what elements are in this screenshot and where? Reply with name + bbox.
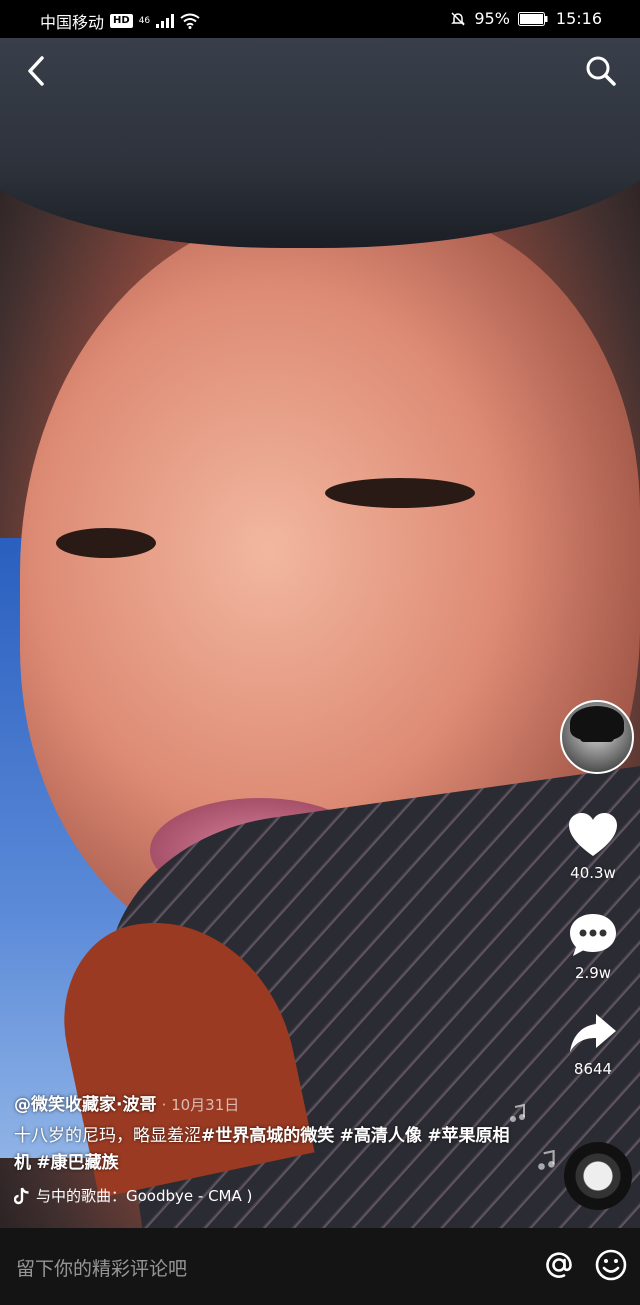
mute-bell-icon	[451, 11, 466, 26]
search-icon[interactable]	[584, 54, 618, 88]
wifi-icon	[180, 13, 200, 29]
comment-button[interactable]: 2.9w	[558, 912, 628, 982]
back-chevron-icon[interactable]	[22, 54, 52, 88]
author-name[interactable]: @微笑收藏家·波哥	[14, 1095, 156, 1115]
share-arrow-icon	[570, 1014, 616, 1052]
share-count: 8644	[573, 1060, 613, 1078]
network-type: 46	[138, 16, 151, 26]
carrier-label: 中国移动	[40, 13, 105, 32]
status-bar: 中国移动 HD 46 95% 15:16	[0, 0, 640, 38]
hashtag-4[interactable]: #康巴藏族	[36, 1153, 118, 1173]
music-line[interactable]: 与中的歌曲：Goodbye - CMA )	[14, 1185, 514, 1206]
tiktok-note-icon	[14, 1187, 29, 1204]
share-button[interactable]: 8644	[558, 1012, 628, 1078]
status-right: 95% 15:16	[450, 9, 602, 28]
music-disc[interactable]	[564, 1142, 632, 1210]
post-date: · 10月31日	[161, 1096, 240, 1114]
battery-icon	[517, 11, 548, 26]
left-eye	[56, 528, 156, 558]
hashtag-1[interactable]: #世界高城的微笑	[201, 1126, 334, 1146]
like-count: 40.3w	[570, 864, 616, 882]
at-icon[interactable]	[542, 1248, 576, 1282]
caption-text: 十八岁的尼玛，略显羞涩	[14, 1126, 201, 1146]
comment-input[interactable]: 留下你的精彩评论吧	[16, 1254, 187, 1281]
status-left: 中国移动 HD 46	[40, 9, 200, 33]
comment-bar: 留下你的精彩评论吧	[0, 1228, 640, 1305]
post-info: @微笑收藏家·波哥 · 10月31日 十八岁的尼玛，略显羞涩#世界高城的微笑 #…	[14, 1090, 514, 1206]
floating-note-icon-2	[538, 1150, 555, 1170]
music-title: 与中的歌曲：Goodbye - CMA )	[36, 1187, 253, 1205]
comment-count: 2.9w	[574, 964, 612, 982]
author-avatar[interactable]	[560, 700, 634, 774]
clock: 15:16	[555, 9, 602, 28]
comment-icon	[570, 914, 616, 956]
smiley-icon[interactable]	[594, 1248, 628, 1282]
author-line: @微笑收藏家·波哥 · 10月31日	[14, 1090, 514, 1115]
like-button[interactable]: 40.3w	[558, 812, 628, 882]
bucket-hat	[0, 38, 640, 248]
caption: 十八岁的尼玛，略显羞涩#世界高城的微笑 #高清人像 #苹果原相机 #康巴藏族	[14, 1123, 514, 1177]
hashtag-2[interactable]: #高清人像	[340, 1126, 422, 1146]
right-eye	[325, 478, 475, 508]
video-player[interactable]	[0, 38, 640, 1228]
signal-icon	[156, 14, 175, 28]
battery-percent: 95%	[474, 9, 510, 28]
avatar-glasses	[580, 734, 614, 742]
hd-badge: HD	[110, 14, 133, 28]
heart-icon	[569, 813, 617, 856]
